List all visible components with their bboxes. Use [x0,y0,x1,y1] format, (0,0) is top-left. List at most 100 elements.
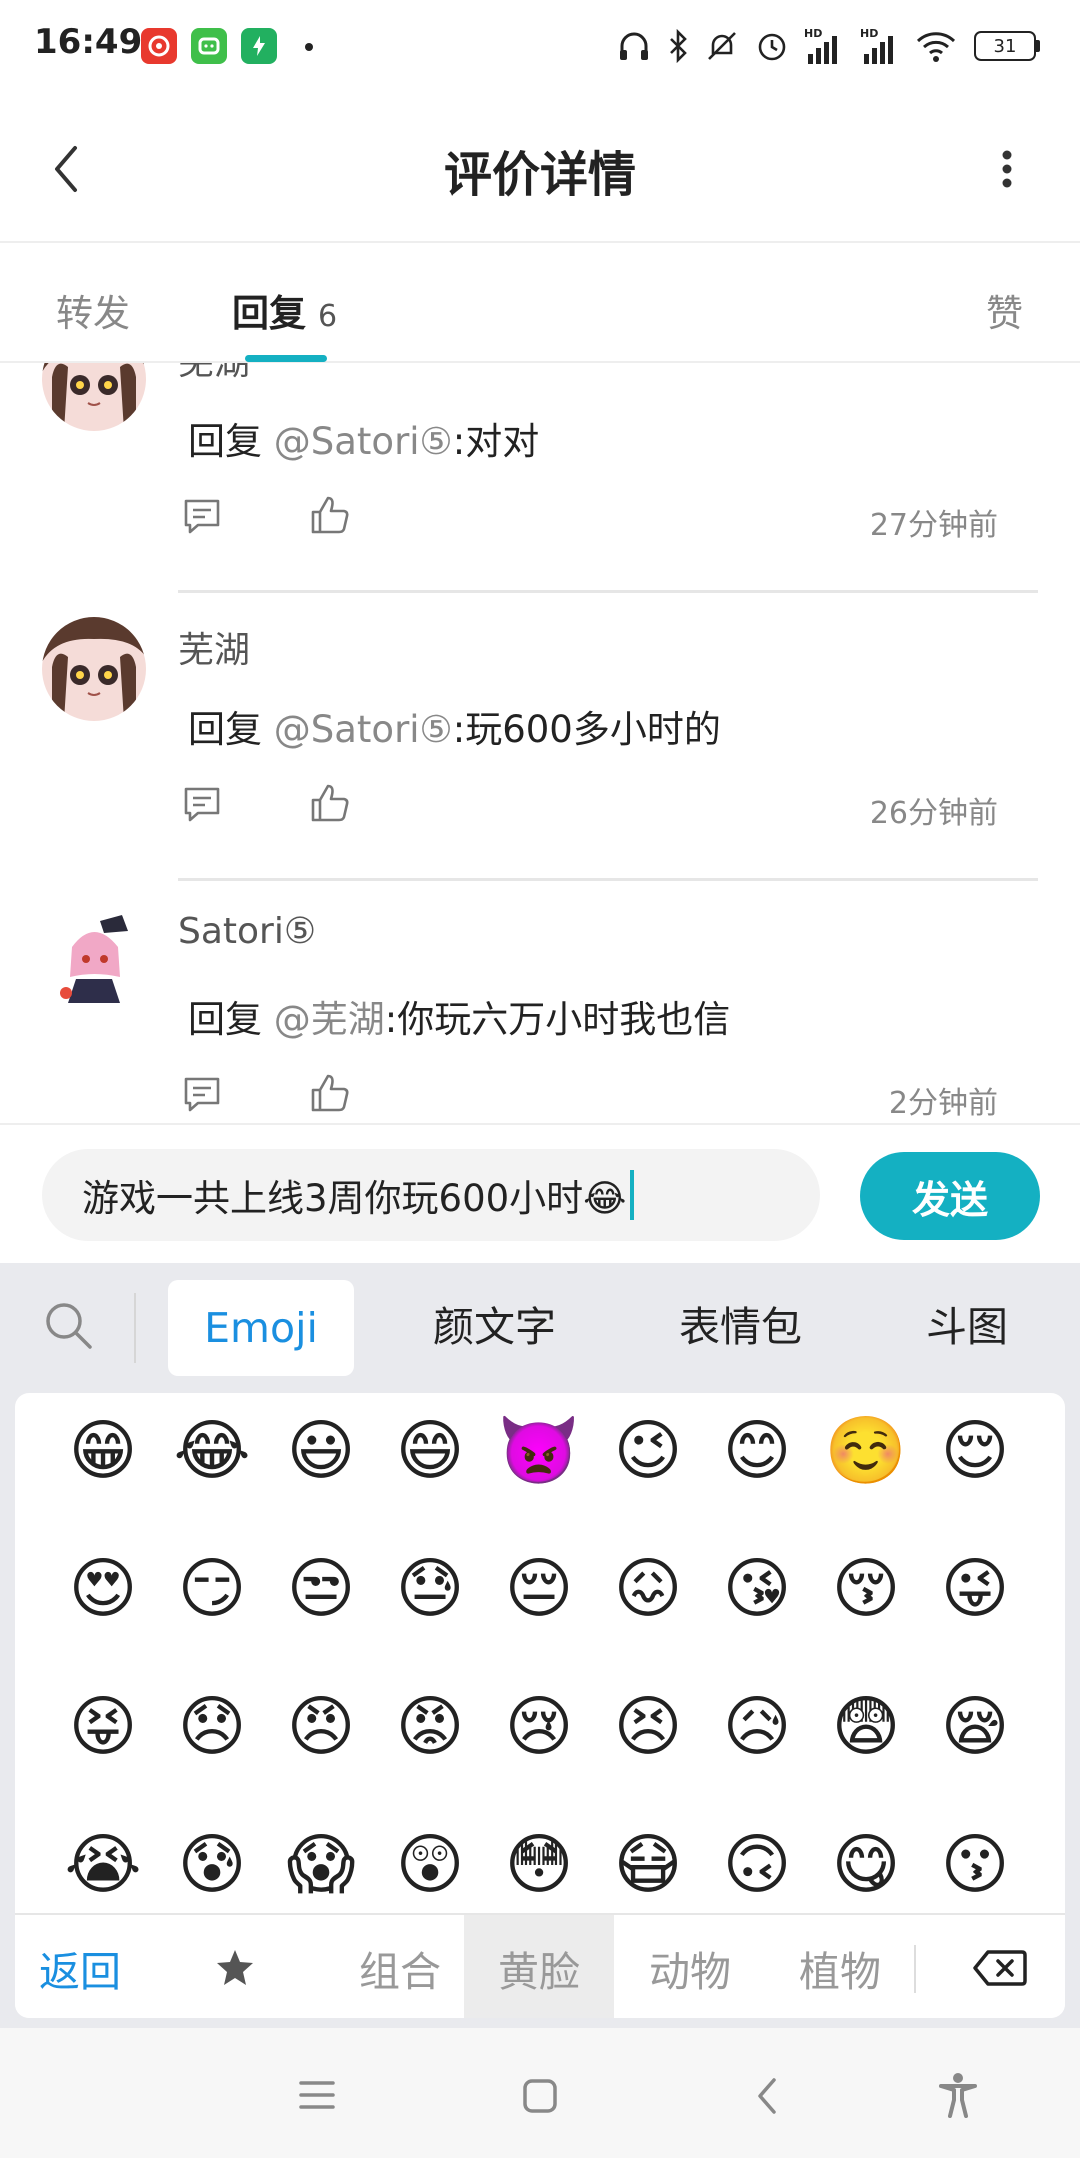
emoji-key[interactable]: 😂 [158,1397,266,1505]
reply-item: 芜湖 回复 @Satori⑤:玩600多小时的 26分钟前 [0,617,1080,907]
emoji-key[interactable]: 😄 [376,1397,484,1505]
divider [178,878,1038,881]
keyboard-back-button[interactable]: 返回 [15,1915,145,2018]
mini-app-icon [191,28,227,64]
emoji-key[interactable]: 😪 [921,1673,1029,1781]
comment-icon[interactable] [180,1073,224,1117]
emoji-key[interactable]: 😖 [594,1535,702,1643]
tab-forward[interactable]: 转发 [56,283,130,337]
comment-icon[interactable] [180,495,224,539]
svg-text:HD: HD [804,27,822,40]
thumbs-up-icon[interactable] [308,493,352,537]
thumbs-up-icon[interactable] [308,781,352,825]
tab-kaomoji[interactable]: 颜文字 [433,1293,556,1353]
emoji-key[interactable]: 😁 [49,1397,157,1505]
emoji-key[interactable]: 🙃 [703,1811,811,1913]
emoji-panel: 😁 😂 😃 😄 👿 😉 😊 ☺️ 😌 😍 😏 😒 😓 😔 😖 😘 😚 😜 😝 😞 😠 😡 😢 😣 😥 😨 😪 😭 😰 😱 😲 😳 😷 🙃 😋 😗 返回… [15,1393,1065,2018]
tab-sticker-pack[interactable]: 表情包 [679,1293,802,1353]
category-animal[interactable]: 动物 [615,1915,765,2018]
home-square-icon[interactable] [522,2078,558,2114]
favorites-button[interactable] [185,1915,285,2018]
reply-mention[interactable]: @芜湖 [274,998,385,1041]
emoji-key[interactable]: 😉 [594,1397,702,1505]
emoji-key[interactable]: 😱 [267,1811,375,1913]
wifi-icon [914,26,958,66]
active-tab-indicator [245,355,327,362]
avatar[interactable] [42,617,146,721]
reply-input[interactable]: 游戏一共上线3周你玩600小时😂 [42,1149,820,1241]
tab-replies-label: 回复 [232,292,306,335]
emoji-key[interactable]: 😚 [812,1535,920,1643]
system-nav-bar [0,2028,1080,2158]
emoji-key[interactable]: 😜 [921,1535,1029,1643]
reply-username[interactable]: 芜湖 [178,621,250,673]
emoji-key[interactable]: 👿 [485,1397,593,1505]
emoji-key[interactable]: 😌 [921,1397,1029,1505]
thumbs-up-icon[interactable] [308,1071,352,1115]
emoji-key[interactable]: 😓 [376,1535,484,1643]
emoji-key[interactable]: 😊 [703,1397,811,1505]
app-header: 评价详情 [0,95,1080,243]
tab-emoji[interactable]: Emoji [168,1280,354,1376]
keyboard-search-button[interactable] [40,1297,100,1357]
emoji-key[interactable]: 😔 [485,1535,593,1643]
star-icon [217,1949,253,1985]
emoji-key[interactable]: 😢 [485,1673,593,1781]
emoji-key[interactable]: 😳 [485,1811,593,1913]
emoji-key[interactable]: 😣 [594,1673,702,1781]
emoji-key[interactable]: 😥 [703,1673,811,1781]
emoji-key[interactable]: 😋 [812,1811,920,1913]
avatar[interactable] [42,363,146,431]
emoji-key[interactable]: 😷 [594,1811,702,1913]
reply-mention[interactable]: @Satori⑤ [274,708,453,751]
emoji-key[interactable]: 😲 [376,1811,484,1913]
emoji-key[interactable]: 😗 [921,1811,1029,1913]
reply-username[interactable]: Satori⑤ [178,911,316,952]
send-button[interactable]: 发送 [860,1152,1040,1240]
emoji-key[interactable]: 😭 [49,1811,157,1913]
tab-meme[interactable]: 斗图 [926,1293,1008,1353]
emoji-key[interactable]: ☺️ [812,1397,920,1505]
emoji-keyboard: Emoji 颜文字 表情包 斗图 😁 😂 😃 😄 👿 😉 😊 ☺️ 😌 😍 😏 😒 😓 😔 😖 😘 😚 😜 😝 😞 😠 😡… [0,1263,1080,2028]
status-time: 16:49 [34,22,143,62]
detail-tabs: 转发 回复 6 赞 [0,243,1080,363]
backspace-icon [973,1949,1027,1986]
emoji-key[interactable]: 😡 [376,1673,484,1781]
battery-icon: 31 [972,26,1042,66]
reply-count: 6 [318,299,338,334]
signal-hd-1-icon: HD [800,26,848,66]
accessibility-icon[interactable] [938,2072,978,2118]
emoji-key[interactable]: 😞 [158,1673,266,1781]
comment-icon[interactable] [180,783,224,827]
emoji-grid[interactable]: 😁 😂 😃 😄 👿 😉 😊 ☺️ 😌 😍 😏 😒 😓 😔 😖 😘 😚 😜 😝 😞 😠 😡 😢 😣 😥 😨 😪 😭 😰 😱 😲 😳 😷 🙃 😋 😗 [15,1393,1065,1913]
category-yellow-face[interactable]: 黄脸 [464,1915,614,2018]
divider [914,1945,916,1993]
avatar[interactable] [42,907,146,1011]
emoji-key[interactable]: 😘 [703,1535,811,1643]
netease-music-icon [141,28,177,64]
category-combo[interactable]: 组合 [325,1915,475,2018]
nav-back-icon[interactable] [754,2076,780,2116]
divider [134,1293,136,1363]
reply-username[interactable]: 芜湖 [178,363,250,385]
reply-prefix: 回复 [188,420,274,463]
divider [178,590,1038,593]
emoji-key[interactable]: 😨 [812,1673,920,1781]
emoji-key[interactable]: 😠 [267,1673,375,1781]
emoji-key[interactable]: 😰 [158,1811,266,1913]
more-button[interactable] [985,137,1029,201]
emoji-key[interactable]: 😒 [267,1535,375,1643]
emoji-key[interactable]: 😏 [158,1535,266,1643]
emoji-key[interactable]: 😝 [49,1673,157,1781]
svg-text:HD: HD [860,27,878,40]
emoji-key[interactable]: 😍 [49,1535,157,1643]
tab-replies[interactable]: 回复 6 [232,283,337,337]
category-plant[interactable]: 植物 [765,1915,915,2018]
reply-content: :你玩六万小时我也信 [384,998,731,1041]
menu-icon[interactable] [298,2078,336,2112]
backspace-button[interactable] [940,1915,1060,2018]
reply-mention[interactable]: @Satori⑤ [274,420,453,463]
emoji-key[interactable]: 😃 [267,1397,375,1505]
reply-list[interactable]: 芜湖 回复 @Satori⑤:对对 27分钟前 芜湖 回复 @Satori⑤:玩… [0,363,1080,1123]
tab-likes[interactable]: 赞 [986,283,1023,337]
